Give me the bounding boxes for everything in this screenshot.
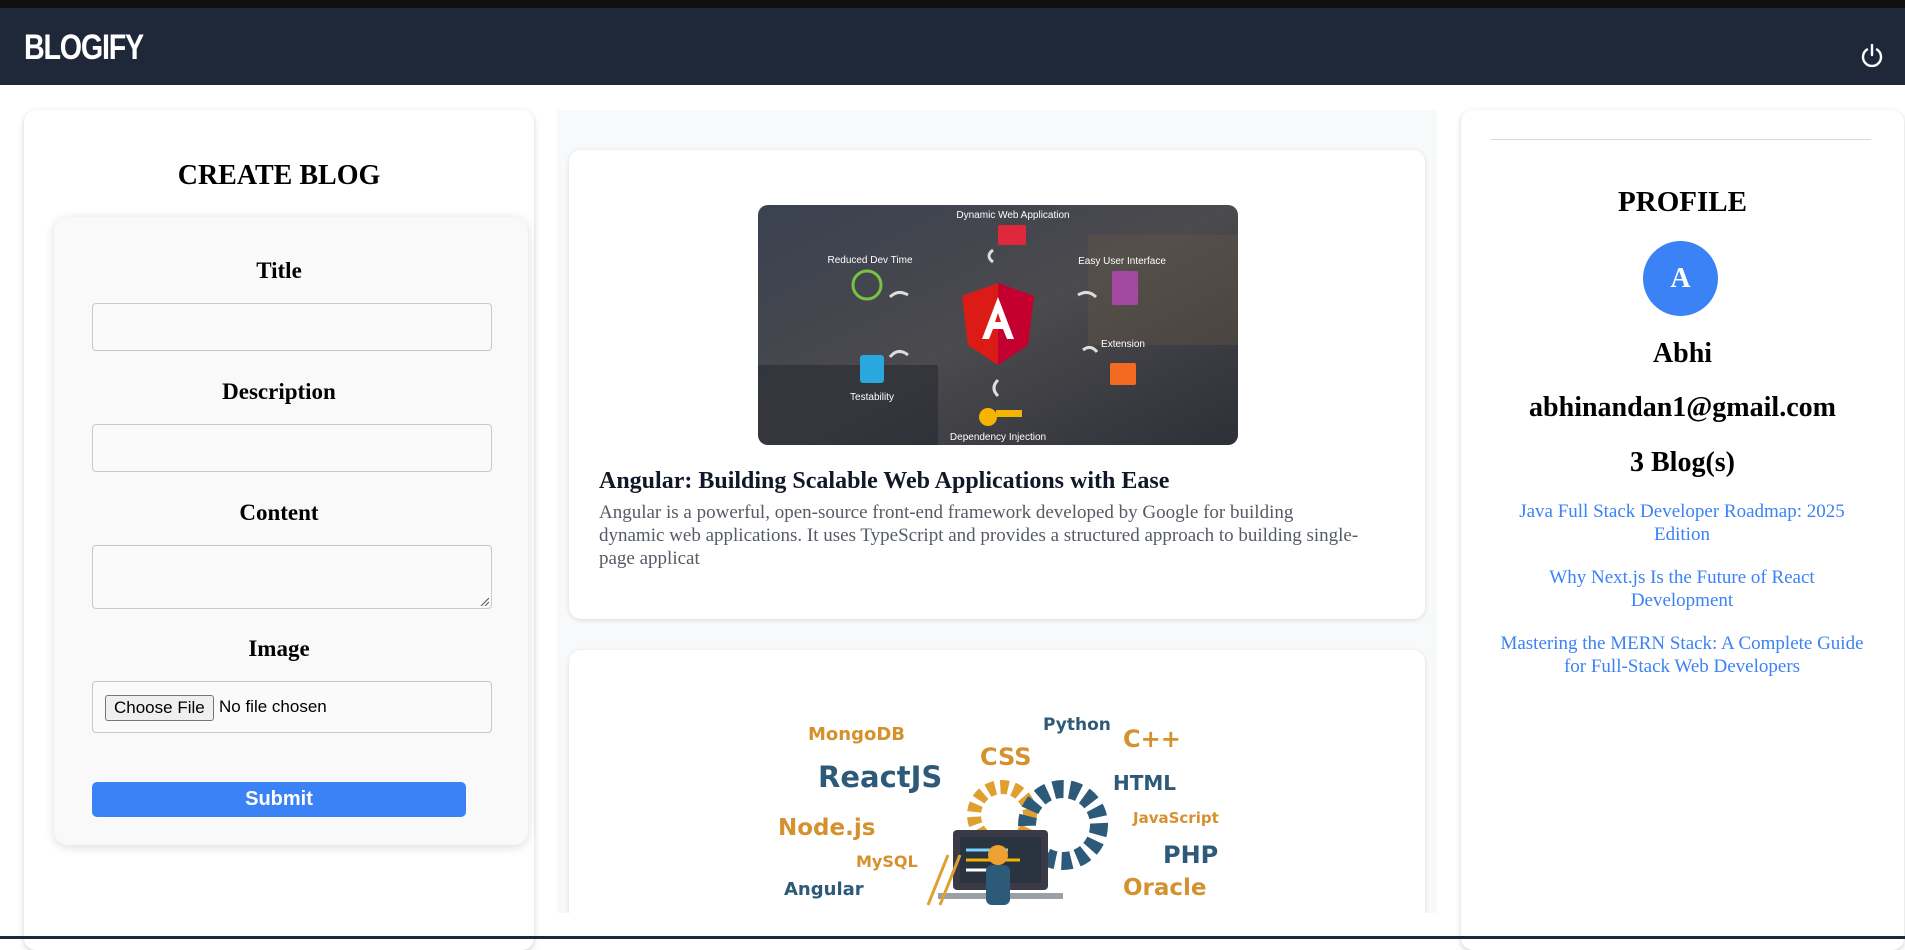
image-file-input[interactable]: Choose File No file chosen (92, 681, 492, 733)
blog-post-card[interactable]: Dynamic Web Application Reduced Dev Time… (569, 150, 1425, 619)
tech-stack-word: MySQL (856, 852, 918, 871)
image-label: Image (248, 636, 310, 661)
submit-button[interactable]: Submit (92, 782, 466, 817)
divider (1491, 139, 1871, 140)
create-blog-heading: CREATE BLOG (177, 160, 381, 191)
profile-heading: PROFILE (1618, 186, 1747, 218)
tech-stack-word: CSS (980, 743, 1032, 771)
profile-email: abhinandan1@gmail.com (1529, 392, 1836, 423)
resize-grip-icon[interactable] (479, 596, 489, 606)
tech-stack-word: JavaScript (1132, 809, 1219, 827)
navbar: BLOGIFY (0, 8, 1905, 85)
title-label: Title (256, 258, 302, 283)
profile-panel: PROFILE A Abhi abhinandan1@gmail.com 3 B… (1461, 110, 1904, 950)
content-label: Content (239, 500, 319, 525)
angular-image-label: Easy User Interface (1078, 256, 1166, 267)
tech-stack-word: Angular (784, 879, 864, 900)
description-label: Description (222, 379, 336, 404)
profile-blog-link[interactable]: Java Full Stack Developer Roadmap: 2025 … (1497, 500, 1867, 546)
description-input[interactable] (92, 424, 492, 472)
window-top-strip (0, 0, 1905, 8)
tech-stack-word: Oracle (1123, 875, 1207, 901)
post-image-tech-stack[interactable]: MongoDB Python C++ CSS ReactJS HTML Java… (758, 705, 1238, 913)
post-title[interactable]: Angular: Building Scalable Web Applicati… (599, 468, 1169, 495)
content-textarea[interactable] (92, 545, 492, 609)
brand-logo[interactable]: BLOGIFY (24, 28, 144, 68)
create-blog-form: Title Description Content Image Choose F… (54, 217, 528, 845)
tech-stack-word: HTML (1113, 771, 1176, 795)
blog-post-card[interactable]: MongoDB Python C++ CSS ReactJS HTML Java… (569, 650, 1425, 913)
tech-stack-word: Node.js (778, 815, 875, 841)
tech-stack-word: C++ (1123, 725, 1181, 753)
choose-file-button[interactable]: Choose File (105, 695, 214, 721)
title-input[interactable] (92, 303, 492, 351)
tech-stack-word: MongoDB (808, 724, 905, 745)
angular-image-label: Reduced Dev Time (827, 255, 912, 266)
post-image-angular[interactable]: Dynamic Web Application Reduced Dev Time… (758, 205, 1238, 445)
angular-image-label: Dependency Injection (950, 432, 1046, 443)
file-status-text: No file chosen (219, 697, 327, 716)
profile-blog-link[interactable]: Why Next.js Is the Future of React Devel… (1497, 566, 1867, 612)
angular-image-label: Testability (850, 392, 894, 403)
create-blog-panel: CREATE BLOG Title Description Content Im… (24, 110, 534, 950)
angular-image-label: Extension (1101, 339, 1145, 350)
tech-stack-word: ReactJS (818, 760, 942, 794)
post-description: Angular is a powerful, open-source front… (599, 502, 1359, 569)
blog-feed[interactable]: Dynamic Web Application Reduced Dev Time… (557, 110, 1437, 913)
avatar: A (1643, 241, 1718, 316)
tech-stack-word: PHP (1163, 841, 1218, 869)
blog-count: 3 Blog(s) (1630, 447, 1735, 478)
tech-stack-word: Python (1043, 715, 1111, 735)
profile-blog-link[interactable]: Mastering the MERN Stack: A Complete Gui… (1497, 632, 1867, 678)
profile-name: Abhi (1652, 338, 1713, 369)
angular-image-label: Dynamic Web Application (956, 210, 1069, 221)
power-icon[interactable] (1857, 41, 1887, 71)
